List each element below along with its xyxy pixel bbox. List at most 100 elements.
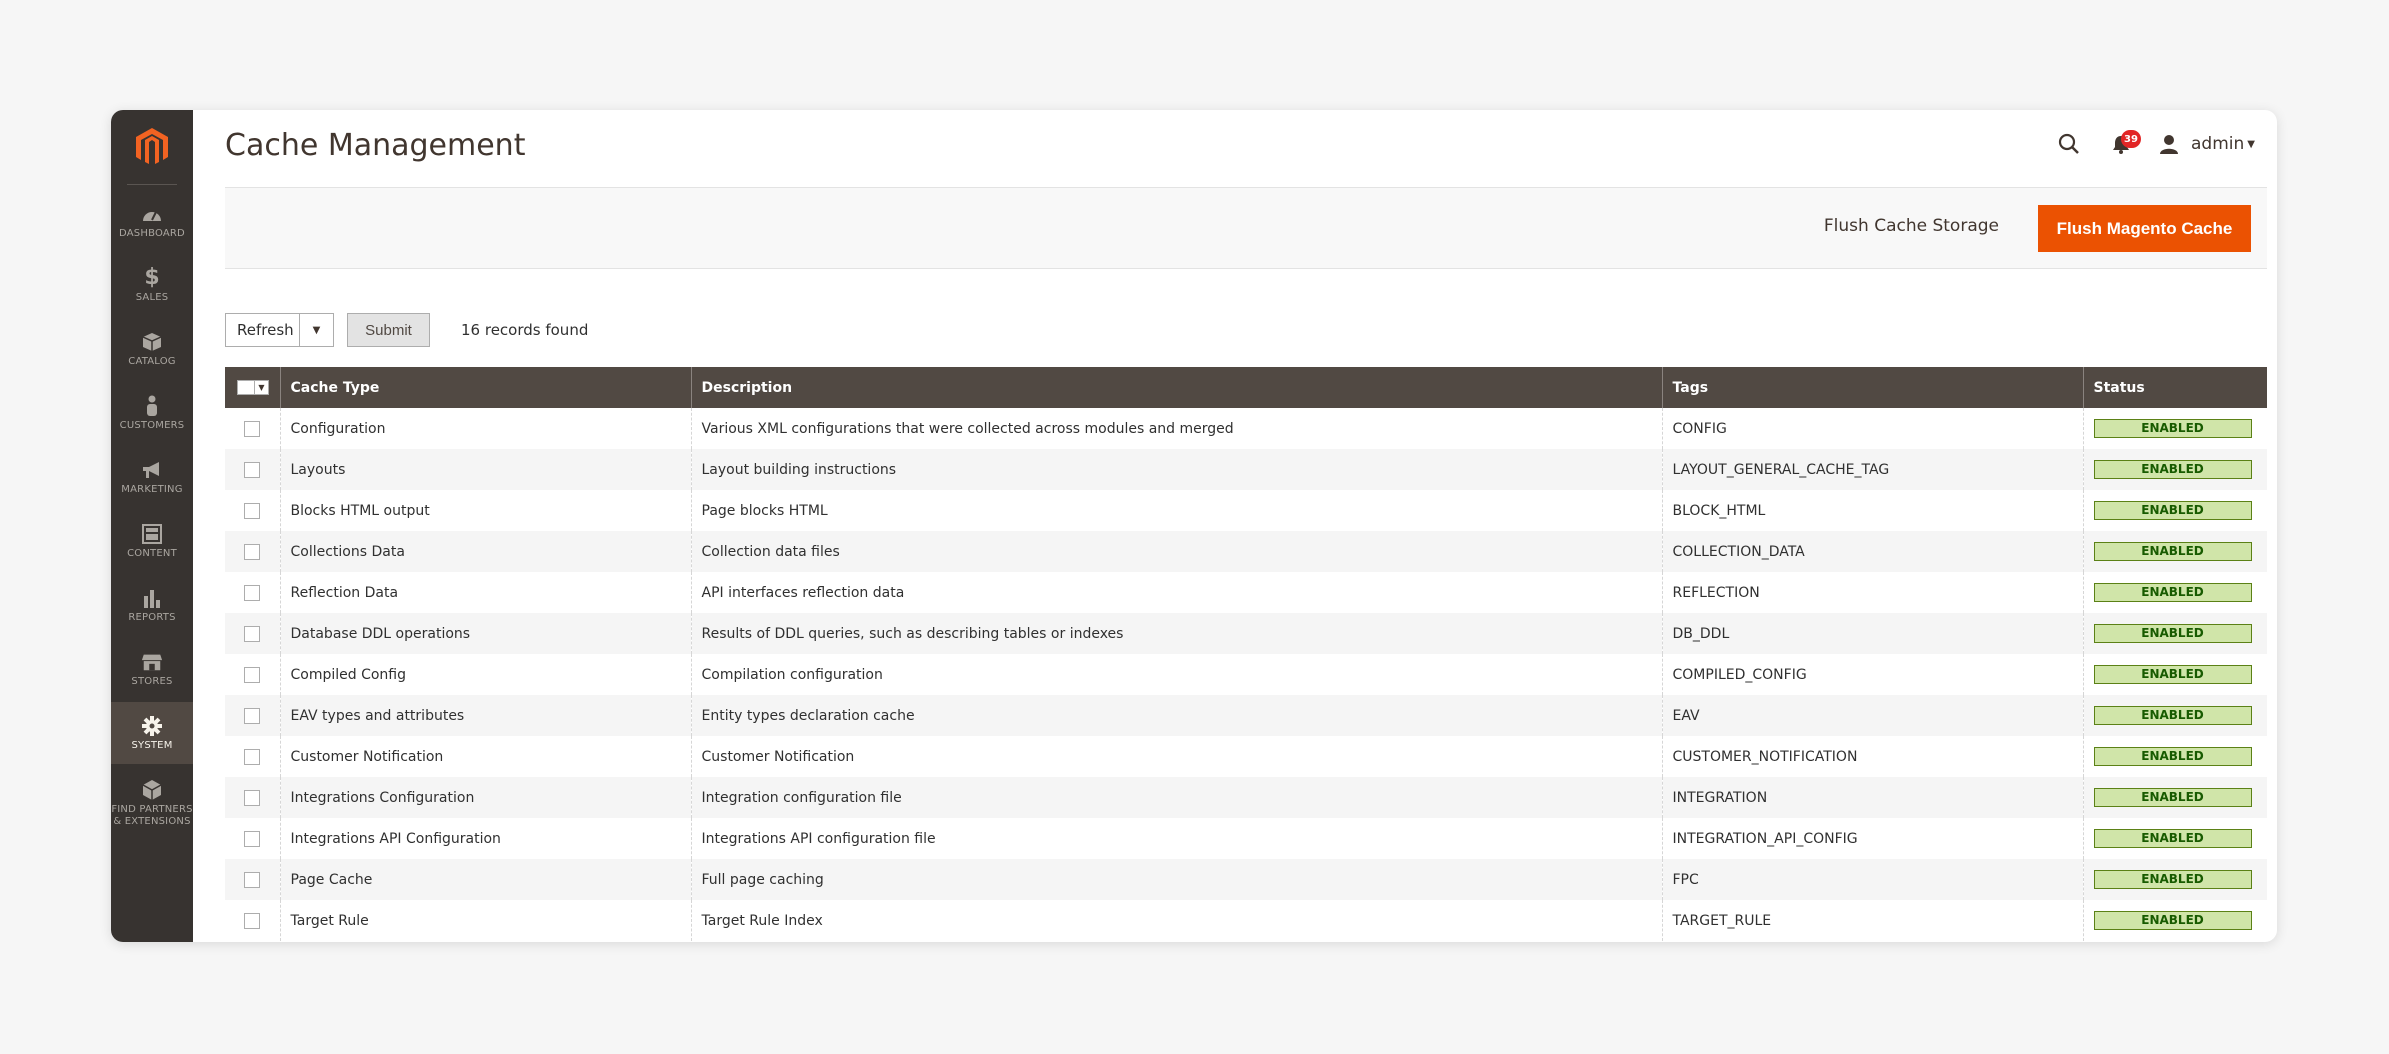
flush-magento-cache-button[interactable]: Flush Magento Cache bbox=[2038, 205, 2251, 252]
row-checkbox[interactable] bbox=[244, 584, 260, 601]
cache-type-cell: Compiled Config bbox=[279, 654, 691, 695]
row-checkbox[interactable] bbox=[244, 543, 260, 560]
cache-type-cell: Integrations API Configuration bbox=[279, 818, 691, 859]
table-row: EAV types and attributes Entity types de… bbox=[225, 695, 2267, 736]
description-cell: Compilation configuration bbox=[690, 654, 1662, 695]
description-cell: API interfaces reflection data bbox=[690, 572, 1662, 613]
status-badge: ENABLED bbox=[2093, 747, 2252, 766]
global-search-button[interactable] bbox=[2049, 124, 2089, 164]
cache-type-cell: Blocks HTML output bbox=[279, 490, 691, 531]
tags-cell: EAV bbox=[1661, 695, 2083, 736]
sidebar-item-system[interactable]: SYSTEM bbox=[111, 702, 193, 764]
row-checkbox[interactable] bbox=[244, 420, 260, 437]
table-row: Collections Data Collection data files C… bbox=[225, 531, 2267, 572]
tags-cell: DB_DDL bbox=[1661, 613, 2083, 654]
table-row: Configuration Various XML configurations… bbox=[225, 408, 2267, 449]
magento-logo[interactable] bbox=[111, 122, 193, 172]
description-cell: Results of DDL queries, such as describi… bbox=[690, 613, 1662, 654]
status-badge: ENABLED bbox=[2093, 624, 2252, 643]
table-row: Layouts Layout building instructions LAY… bbox=[225, 449, 2267, 490]
status-badge: ENABLED bbox=[2093, 419, 2252, 438]
user-menu[interactable]: admin ▼ bbox=[2159, 134, 2255, 154]
description-cell: Page blocks HTML bbox=[690, 490, 1662, 531]
column-header-tags: Tags bbox=[1661, 367, 2083, 408]
column-header-cache-type: Cache Type bbox=[279, 367, 691, 408]
tags-cell: LAYOUT_GENERAL_CACHE_TAG bbox=[1661, 449, 2083, 490]
user-icon bbox=[2160, 135, 2179, 154]
layout-icon bbox=[141, 523, 163, 545]
notifications-button[interactable]: 39 bbox=[2101, 124, 2141, 164]
table-row: Reflection Data API interfaces reflectio… bbox=[225, 572, 2267, 613]
bar-chart-icon bbox=[141, 587, 163, 609]
tags-cell: BLOCK_HTML bbox=[1661, 490, 2083, 531]
cache-grid: ▼ Cache Type Description Tags Status Con… bbox=[225, 367, 2267, 941]
row-checkbox[interactable] bbox=[244, 830, 260, 847]
mass-select-header[interactable]: ▼ bbox=[225, 367, 280, 408]
sidebar-item-dashboard[interactable]: DASHBOARD bbox=[111, 190, 193, 252]
table-row: Integrations API Configuration Integrati… bbox=[225, 818, 2267, 859]
column-header-description: Description bbox=[690, 367, 1662, 408]
mass-action-select[interactable]: Refresh ▼ bbox=[225, 313, 334, 347]
header-actions: 39 admin ▼ bbox=[2037, 124, 2255, 164]
sidebar-item-reports[interactable]: REPORTS bbox=[111, 574, 193, 636]
store-icon bbox=[141, 651, 163, 673]
row-checkbox[interactable] bbox=[244, 461, 260, 478]
row-checkbox[interactable] bbox=[244, 748, 260, 765]
tags-cell: TARGET_RULE bbox=[1661, 900, 2083, 941]
description-cell: Customer Notification bbox=[690, 736, 1662, 777]
sidebar-item-find-partners[interactable]: FIND PARTNERS & EXTENSIONS bbox=[111, 766, 193, 840]
row-checkbox[interactable] bbox=[244, 912, 260, 929]
chevron-down-icon: ▼ bbox=[2247, 138, 2255, 150]
table-row: Customer Notification Customer Notificat… bbox=[225, 736, 2267, 777]
cache-type-cell: Integrations Configuration bbox=[279, 777, 691, 818]
status-badge: ENABLED bbox=[2093, 706, 2252, 725]
cache-type-cell: Configuration bbox=[279, 408, 691, 449]
megaphone-icon bbox=[141, 459, 163, 481]
tags-cell: INTEGRATION_API_CONFIG bbox=[1661, 818, 2083, 859]
sidebar-item-content[interactable]: CONTENT bbox=[111, 510, 193, 572]
mass-select-checkbox[interactable]: ▼ bbox=[237, 380, 270, 395]
table-row: Target Rule Target Rule Index TARGET_RUL… bbox=[225, 900, 2267, 941]
row-checkbox[interactable] bbox=[244, 502, 260, 519]
sidebar-item-label: SYSTEM bbox=[131, 739, 173, 751]
sidebar-item-sales[interactable]: $ SALES bbox=[111, 254, 193, 316]
sidebar-item-label: CATALOG bbox=[128, 355, 176, 367]
sidebar-item-catalog[interactable]: CATALOG bbox=[111, 318, 193, 380]
submit-button[interactable]: Submit bbox=[347, 313, 430, 347]
row-checkbox[interactable] bbox=[244, 707, 260, 724]
flush-cache-storage-button[interactable]: Flush Cache Storage bbox=[1824, 216, 1999, 236]
cache-type-cell: Target Rule bbox=[279, 900, 691, 941]
status-badge: ENABLED bbox=[2093, 542, 2252, 561]
table-row: Page Cache Full page caching FPC ENABLED bbox=[225, 859, 2267, 900]
box-icon bbox=[141, 331, 163, 353]
cache-type-cell: Page Cache bbox=[279, 859, 691, 900]
row-checkbox[interactable] bbox=[244, 871, 260, 888]
select-all-checkbox[interactable] bbox=[237, 380, 255, 395]
records-count: 16 records found bbox=[461, 321, 589, 339]
cube-icon bbox=[141, 779, 163, 801]
sidebar-item-label: MARKETING bbox=[121, 483, 183, 495]
mass-action-selected: Refresh bbox=[237, 321, 294, 339]
description-cell: Collection data files bbox=[690, 531, 1662, 572]
cache-type-cell: Collections Data bbox=[279, 531, 691, 572]
status-badge: ENABLED bbox=[2093, 665, 2252, 684]
sidebar-item-label: DASHBOARD bbox=[119, 227, 185, 239]
row-checkbox[interactable] bbox=[244, 666, 260, 683]
cache-type-cell: Database DDL operations bbox=[279, 613, 691, 654]
tags-cell: CUSTOMER_NOTIFICATION bbox=[1661, 736, 2083, 777]
sidebar-divider bbox=[127, 184, 177, 185]
sidebar-item-marketing[interactable]: MARKETING bbox=[111, 446, 193, 508]
sidebar-item-customers[interactable]: CUSTOMERS bbox=[111, 382, 193, 444]
row-checkbox[interactable] bbox=[244, 789, 260, 806]
chevron-down-icon[interactable]: ▼ bbox=[255, 380, 269, 395]
admin-sidebar: DASHBOARD $ SALES CATALOG CUSTOMERS MARK… bbox=[111, 110, 193, 942]
sidebar-item-stores[interactable]: STORES bbox=[111, 638, 193, 700]
tags-cell: COLLECTION_DATA bbox=[1661, 531, 2083, 572]
admin-window: DASHBOARD $ SALES CATALOG CUSTOMERS MARK… bbox=[111, 110, 2277, 942]
table-row: Blocks HTML output Page blocks HTML BLOC… bbox=[225, 490, 2267, 531]
status-badge: ENABLED bbox=[2093, 911, 2252, 930]
sidebar-item-label: REPORTS bbox=[128, 611, 176, 623]
cache-type-cell: Layouts bbox=[279, 449, 691, 490]
row-checkbox[interactable] bbox=[244, 625, 260, 642]
sidebar-item-label: STORES bbox=[131, 675, 173, 687]
